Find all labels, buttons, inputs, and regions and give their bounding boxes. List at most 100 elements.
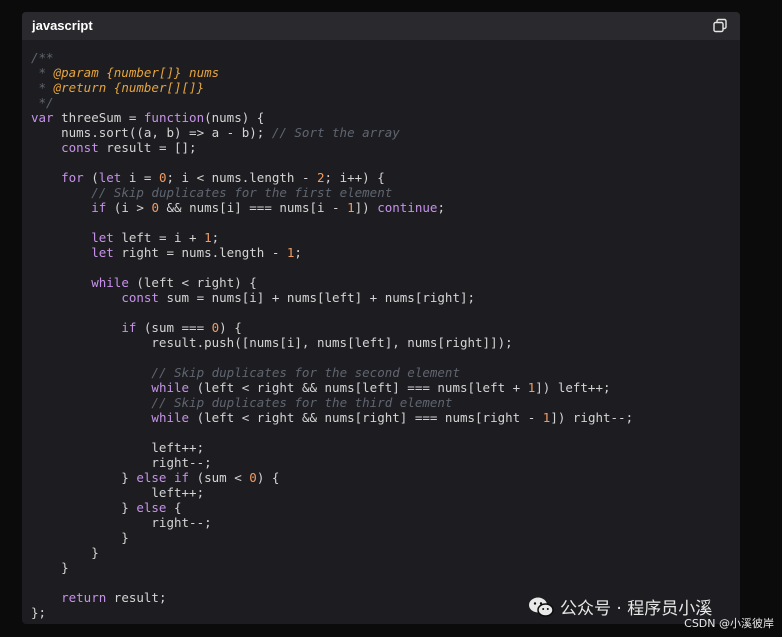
code-line: if (i > 0 && nums[i] === nums[i - 1]) co… xyxy=(31,200,732,215)
code-token: left = i + xyxy=(113,230,205,245)
code-token: if xyxy=(121,320,137,335)
code-token: 0 xyxy=(249,470,257,485)
code-line: nums.sort((a, b) => a - b); // Sort the … xyxy=(31,125,732,140)
code-line: left++; xyxy=(31,440,732,455)
code-token: ) { xyxy=(219,320,242,335)
code-token: let xyxy=(98,170,122,185)
code-token: (sum < xyxy=(189,470,250,485)
code-line: */ xyxy=(31,95,732,110)
code-token: if xyxy=(174,470,190,485)
code-token: left++; xyxy=(31,440,205,455)
code-token: left++; xyxy=(31,485,205,500)
code-token: ; xyxy=(294,245,302,260)
code-token: const xyxy=(121,290,159,305)
code-token: 0 xyxy=(158,170,167,185)
code-token: else xyxy=(136,470,167,485)
code-token: threeSum = xyxy=(53,110,144,125)
code-token: } xyxy=(31,530,129,545)
code-token: 0 xyxy=(151,200,159,215)
wechat-icon xyxy=(528,596,554,618)
code-line: } else { xyxy=(31,500,732,515)
code-line: result.push([nums[i], nums[left], nums[r… xyxy=(31,335,732,350)
code-header: javascript xyxy=(22,12,740,40)
csdn-watermark: CSDN @小溪彼岸 xyxy=(684,617,774,630)
code-token: ; xyxy=(437,200,445,215)
code-line: /** xyxy=(31,50,732,65)
code-token: }; xyxy=(31,605,47,620)
code-token: /** xyxy=(31,50,54,65)
code-token: if xyxy=(91,200,107,215)
language-label: javascript xyxy=(32,18,93,33)
code-token: right--; xyxy=(31,455,212,470)
code-token: var xyxy=(31,110,54,125)
code-token: } xyxy=(31,545,99,560)
code-body: /** * @param {number[]} nums * @return {… xyxy=(31,50,732,624)
code-token: @param xyxy=(53,65,99,80)
code-token: for xyxy=(61,170,84,185)
code-line: const sum = nums[i] + nums[left] + nums[… xyxy=(31,290,732,305)
code-token: 1 xyxy=(204,230,212,245)
code-token: // Skip duplicates for the second elemen… xyxy=(151,365,460,380)
code-line: * @param {number[]} nums xyxy=(31,65,732,80)
code-line: // Skip duplicates for the first element xyxy=(31,185,732,200)
code-line: while (left < right && nums[left] === nu… xyxy=(31,380,732,395)
code-token: } xyxy=(31,560,69,575)
code-token: else xyxy=(136,500,167,515)
code-token: 2 xyxy=(317,170,325,185)
code-token: && nums[i] === nums[i - xyxy=(158,200,348,215)
code-line: // Skip duplicates for the third element xyxy=(31,395,732,410)
code-token: 1 xyxy=(347,200,355,215)
code-line: right--; xyxy=(31,455,732,470)
code-token: // Sort the array xyxy=(271,125,400,140)
code-line: } xyxy=(31,545,732,560)
code-line: } xyxy=(31,560,732,575)
code-token: const xyxy=(61,140,99,155)
code-token: ; i < nums.length - xyxy=(166,170,318,185)
code-token: {number[][]} xyxy=(106,80,205,95)
code-token: (sum === xyxy=(136,320,212,335)
code-line: for (let i = 0; i < nums.length - 2; i++… xyxy=(31,170,732,185)
copy-icon[interactable] xyxy=(712,18,728,34)
code-token: @return xyxy=(53,80,107,95)
code-token: nums.sort((a, b) => a - b); xyxy=(31,125,272,140)
code-token: i = xyxy=(121,170,159,185)
code-token: (nums) { xyxy=(204,110,265,125)
code-token: result; xyxy=(106,590,167,605)
code-token: {number[]} nums xyxy=(98,65,220,80)
code-token: function xyxy=(143,110,205,125)
code-token: (left < right && nums[right] === nums[ri… xyxy=(189,410,543,425)
code-token: result = []; xyxy=(98,140,197,155)
code-token: (left < right && nums[left] === nums[lef… xyxy=(189,380,528,395)
code-token: * xyxy=(31,65,54,80)
code-token: while xyxy=(91,275,129,290)
code-line: } else if (sum < 0) { xyxy=(31,470,732,485)
code-line: if (sum === 0) { xyxy=(31,320,732,335)
code-token: let xyxy=(91,230,114,245)
code-token: ( xyxy=(83,170,99,185)
code-line: while (left < right) { xyxy=(31,275,732,290)
code-line: right--; xyxy=(31,515,732,530)
code-token: while xyxy=(151,410,190,425)
code-token: ]) right--; xyxy=(550,410,634,425)
code-block: javascript /** * @param {number[]} nums … xyxy=(22,12,740,624)
code-token: { xyxy=(166,500,182,515)
code-token: sum = nums[i] + nums[left] + nums[right]… xyxy=(158,290,476,305)
code-token: * xyxy=(31,80,54,95)
